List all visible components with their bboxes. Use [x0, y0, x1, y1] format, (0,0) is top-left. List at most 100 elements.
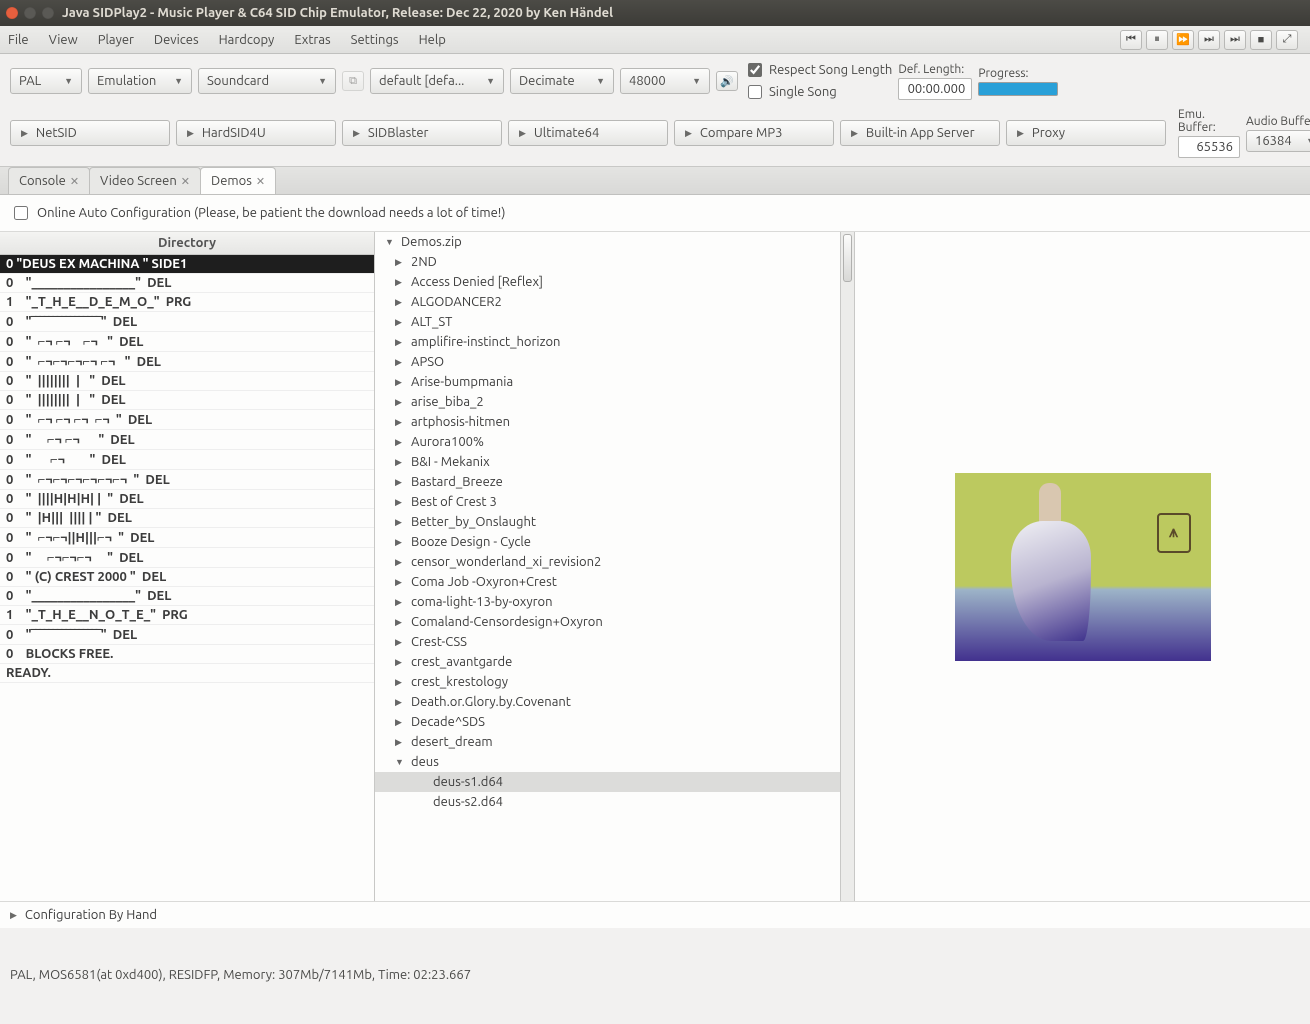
file-tree[interactable]: ▼Demos.zip▶2ND▶Access Denied [Reflex]▶AL…: [375, 232, 854, 901]
tree-item[interactable]: ▶Access Denied [Reflex]: [375, 272, 854, 292]
directory-row[interactable]: 0 " ⌐¬⌐¬⌐¬⌐¬ ⌐¬ " DEL: [0, 352, 374, 372]
fullscreen-icon[interactable]: ⤢: [1276, 30, 1298, 50]
directory-row[interactable]: 0 BLOCKS FREE.: [0, 645, 374, 664]
menu-devices[interactable]: Devices: [154, 33, 199, 47]
tree-item[interactable]: ▶Coma Job -Oxyron+Crest: [375, 572, 854, 592]
directory-row[interactable]: 0 " |||||||| | " DEL: [0, 372, 374, 391]
menu-view[interactable]: View: [49, 33, 78, 47]
tree-item[interactable]: ▶Best of Crest 3: [375, 492, 854, 512]
directory-row[interactable]: 0 " ⌐¬⌐¬⌐¬⌐¬⌐¬⌐¬ " DEL: [0, 470, 374, 490]
maximize-icon[interactable]: [42, 7, 54, 19]
directory-row[interactable]: 0 " ⌐¬⌐¬||H|||⌐¬ " DEL: [0, 528, 374, 548]
stop-icon[interactable]: ■: [1250, 30, 1272, 50]
next-icon[interactable]: ⏭: [1198, 30, 1220, 50]
single-song-checkbox[interactable]: Single Song: [744, 82, 892, 102]
freq-combo[interactable]: 48000▼: [620, 68, 710, 94]
directory-row[interactable]: 0 "‾‾‾‾‾‾‾‾‾‾‾‾‾‾‾‾" DEL: [0, 625, 374, 645]
tree-file[interactable]: deus-s2.d64: [375, 792, 854, 812]
close-icon[interactable]: ✕: [256, 175, 265, 188]
tab-console[interactable]: Console✕: [8, 167, 90, 194]
tree-item[interactable]: ▶crest_krestology: [375, 672, 854, 692]
end-icon[interactable]: ⏭: [1224, 30, 1246, 50]
def-length-field[interactable]: 00:00.000: [898, 78, 972, 100]
directory-row[interactable]: READY.: [0, 664, 374, 683]
speaker-icon[interactable]: 🔊: [716, 71, 738, 91]
prev-icon[interactable]: ⏮: [1120, 30, 1142, 50]
menu-extras[interactable]: Extras: [294, 33, 330, 47]
window-controls[interactable]: [6, 7, 54, 19]
directory-row[interactable]: 0 " ⌐¬ ⌐¬ ⌐¬ " DEL: [0, 332, 374, 352]
tree-item[interactable]: ▶Bastard_Breeze: [375, 472, 854, 492]
directory-row[interactable]: 0 " |||||||| | " DEL: [0, 391, 374, 410]
directory-row[interactable]: 0 " ||||H|H|H| | " DEL: [0, 490, 374, 509]
menu-settings[interactable]: Settings: [351, 33, 399, 47]
device-combo[interactable]: default [defa...▼: [370, 68, 504, 94]
tree-item[interactable]: ▶arise_biba_2: [375, 392, 854, 412]
directory-row[interactable]: 0 " |H||| |||| | " DEL: [0, 509, 374, 528]
directory-row[interactable]: 0 "‾‾‾‾‾‾‾‾‾‾‾‾‾‾‾‾" DEL: [0, 312, 374, 332]
tree-item[interactable]: ▶Aurora100%: [375, 432, 854, 452]
output-combo[interactable]: Soundcard▼: [198, 68, 336, 94]
directory-row[interactable]: 0 " ⌐¬ ⌐¬ ⌐¬ ⌐¬ " DEL: [0, 410, 374, 430]
tree-item[interactable]: ▶Crest-CSS: [375, 632, 854, 652]
tree-item[interactable]: ▶ALGODANCER2: [375, 292, 854, 312]
directory-list[interactable]: 0 "DEUS EX MACHINA " SIDE10 "___________…: [0, 255, 374, 901]
resample-combo[interactable]: Decimate▼: [510, 68, 614, 94]
tree-item[interactable]: ▶APSO: [375, 352, 854, 372]
menu-help[interactable]: Help: [419, 33, 446, 47]
tree-root[interactable]: ▼Demos.zip: [375, 232, 854, 252]
action-ultimate64[interactable]: ▶Ultimate64: [508, 120, 668, 146]
directory-row[interactable]: 0 " (C) CREST 2000 " DEL: [0, 568, 374, 587]
tree-item[interactable]: ▶Booze Design - Cycle: [375, 532, 854, 552]
tree-item[interactable]: ▶desert_dream: [375, 732, 854, 752]
close-icon[interactable]: ✕: [70, 175, 79, 188]
pause-icon[interactable]: ⏸: [1146, 30, 1168, 50]
respect-song-length-checkbox[interactable]: Respect Song Length: [744, 60, 892, 80]
action-built-in-app-server[interactable]: ▶Built-in App Server: [840, 120, 1000, 146]
ff-icon[interactable]: ⏩: [1172, 30, 1194, 50]
directory-row[interactable]: 1 "_T_H_E__D_E_M_O_" PRG: [0, 293, 374, 312]
tree-item[interactable]: ▶Death.or.Glory.by.Covenant: [375, 692, 854, 712]
tree-item[interactable]: ▶B&I - Mekanix: [375, 452, 854, 472]
action-netsid[interactable]: ▶NetSID: [10, 120, 170, 146]
mode-combo[interactable]: Emulation▼: [88, 68, 192, 94]
menu-file[interactable]: File: [8, 33, 29, 47]
tree-item[interactable]: ▶amplifire-instinct_horizon: [375, 332, 854, 352]
action-hardsid4u[interactable]: ▶HardSID4U: [176, 120, 336, 146]
menu-hardcopy[interactable]: Hardcopy: [219, 33, 275, 47]
tree-item[interactable]: ▶Comaland-Censordesign+Oxyron: [375, 612, 854, 632]
tree-item[interactable]: ▶crest_avantgarde: [375, 652, 854, 672]
emu-buffer-field[interactable]: 65536: [1178, 136, 1240, 158]
action-compare-mp3[interactable]: ▶Compare MP3: [674, 120, 834, 146]
tree-item[interactable]: ▶Arise-bumpmania: [375, 372, 854, 392]
config-by-hand-row[interactable]: ▶ Configuration By Hand: [0, 902, 1310, 928]
minimize-icon[interactable]: [24, 7, 36, 19]
directory-row[interactable]: 1 "_T_H_E__N_O_T_E_" PRG: [0, 606, 374, 625]
directory-row[interactable]: 0 " ⌐¬ " DEL: [0, 450, 374, 470]
tree-item[interactable]: ▶censor_wonderland_xi_revision2: [375, 552, 854, 572]
directory-row[interactable]: 0 " ⌐¬ ⌐¬ " DEL: [0, 430, 374, 450]
scrollbar[interactable]: [840, 232, 854, 901]
tree-item[interactable]: ▶artphosis-hitmen: [375, 412, 854, 432]
tree-file[interactable]: deus-s1.d64: [375, 772, 854, 792]
tree-item[interactable]: ▶coma-light-13-by-oxyron: [375, 592, 854, 612]
tree-item[interactable]: ▶Decade^SDS: [375, 712, 854, 732]
directory-row[interactable]: 0 "________________" DEL: [0, 274, 374, 293]
audio-buffer-combo[interactable]: 16384▼: [1246, 130, 1310, 152]
tree-item[interactable]: ▶Better_by_Onslaught: [375, 512, 854, 532]
action-sidblaster[interactable]: ▶SIDBlaster: [342, 120, 502, 146]
action-proxy[interactable]: ▶Proxy: [1006, 120, 1166, 146]
directory-row[interactable]: 0 "DEUS EX MACHINA " SIDE1: [0, 255, 374, 274]
directory-row[interactable]: 0 " ⌐¬⌐¬⌐¬ " DEL: [0, 548, 374, 568]
video-standard-combo[interactable]: PAL▼: [10, 68, 82, 94]
auto-config-checkbox[interactable]: [14, 206, 28, 220]
tab-video-screen[interactable]: Video Screen✕: [89, 167, 201, 194]
close-icon[interactable]: [6, 7, 18, 19]
tab-demos[interactable]: Demos✕: [200, 167, 276, 194]
close-icon[interactable]: ✕: [181, 175, 190, 188]
menu-player[interactable]: Player: [98, 33, 134, 47]
scrollbar-thumb[interactable]: [843, 234, 852, 282]
directory-row[interactable]: 0 "________________" DEL: [0, 587, 374, 606]
tree-item[interactable]: ▶2ND: [375, 252, 854, 272]
tree-item-expanded[interactable]: ▼deus: [375, 752, 854, 772]
